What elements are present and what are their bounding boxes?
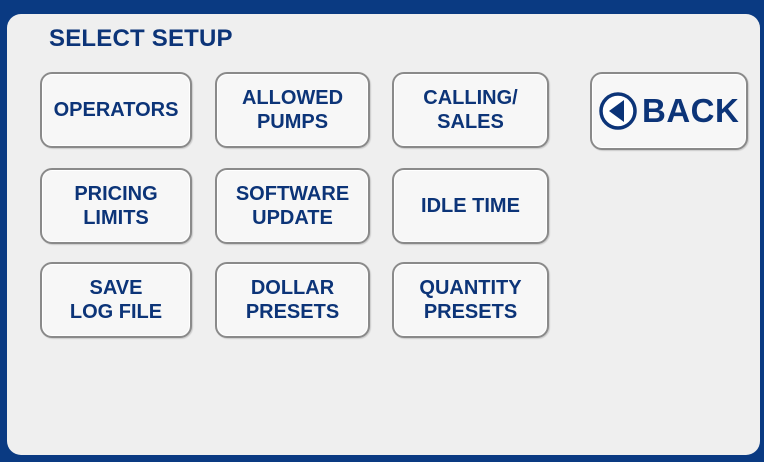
dollar-presets-button[interactable]: DOLLAR PRESETS <box>215 262 370 338</box>
dollar-presets-button-label: DOLLAR PRESETS <box>245 277 340 323</box>
operators-button-label: OPERATORS <box>53 99 179 121</box>
allowed-pumps-button[interactable]: ALLOWED PUMPS <box>215 72 370 148</box>
pricing-limits-button-label: PRICING LIMITS <box>74 183 158 229</box>
idle-time-button[interactable]: IDLE TIME <box>392 168 549 244</box>
save-log-file-button-label: SAVE LOG FILE <box>69 277 163 323</box>
allowed-pumps-button-label: ALLOWED PUMPS <box>241 87 344 133</box>
quantity-presets-button[interactable]: QUANTITY PRESETS <box>392 262 549 338</box>
pricing-limits-button[interactable]: PRICING LIMITS <box>40 168 192 244</box>
idle-time-button-label: IDLE TIME <box>421 195 520 217</box>
back-button[interactable]: BACK <box>590 72 748 150</box>
save-log-file-button[interactable]: SAVE LOG FILE <box>40 262 192 338</box>
back-button-label: BACK <box>642 92 740 129</box>
calling-sales-button[interactable]: CALLING/ SALES <box>392 72 549 148</box>
calling-sales-button-label: CALLING/ SALES <box>423 87 518 133</box>
page-title: SELECT SETUP <box>49 25 233 52</box>
software-update-button[interactable]: SOFTWARE UPDATE <box>215 168 370 244</box>
software-update-button-label: SOFTWARE UPDATE <box>235 183 350 229</box>
operators-button[interactable]: OPERATORS <box>40 72 192 148</box>
back-arrow-circle-icon <box>599 92 637 130</box>
quantity-presets-button-label: QUANTITY PRESETS <box>419 277 522 323</box>
screen-frame: SELECT SETUP OPERATORS ALLOWED PUMPS CAL… <box>0 0 764 462</box>
